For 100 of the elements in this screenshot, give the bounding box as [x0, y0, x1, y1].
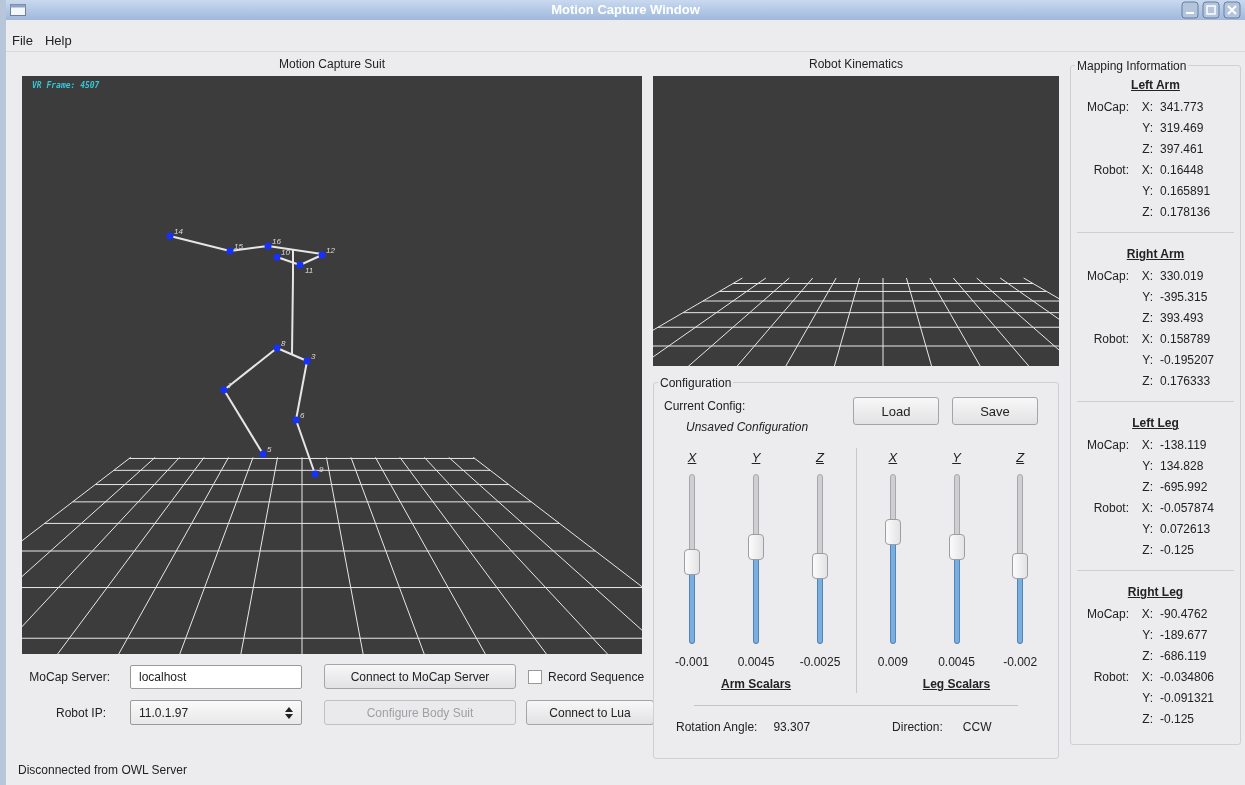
value-text: 0.072613 — [1159, 520, 1211, 538]
axis-label: X: — [1140, 436, 1153, 454]
config-button[interactable]: Save — [952, 397, 1038, 426]
joint-label: 3 — [311, 352, 316, 362]
axis-label: Y — [751, 449, 761, 468]
value-text: -0.057874 — [1159, 499, 1215, 517]
axis-label: Z — [816, 449, 824, 468]
group-label: Arm Scalars — [720, 675, 791, 693]
window-icon[interactable] — [10, 4, 26, 17]
axis-label: Z — [1016, 449, 1025, 468]
joint-label: 10 — [281, 248, 290, 258]
section-title: Left Leg — [1131, 415, 1180, 433]
section-title: Right Leg — [1126, 584, 1185, 602]
row-label: MoCap: — [1085, 436, 1129, 454]
value-text: -0.034806 — [1159, 668, 1215, 686]
axis-label: Z: — [1141, 647, 1153, 665]
row-label: Robot: — [1092, 668, 1129, 686]
menu-item[interactable]: Help — [44, 31, 72, 51]
value-text: 397.461 — [1159, 140, 1204, 158]
axis-label: X: — [1140, 161, 1153, 179]
panel-title: Robot Kinematics — [807, 56, 904, 74]
axis-label: Y: — [1141, 288, 1153, 306]
axis-label: Y: — [1141, 457, 1153, 475]
slider-thumb[interactable] — [1012, 552, 1029, 579]
window-title: Motion Capture Window — [551, 1, 700, 20]
joint-label: 5 — [267, 445, 272, 455]
slider-value: -0.001 — [675, 653, 709, 671]
row-label: MoCap: — [1085, 98, 1129, 116]
panel-title: Motion Capture Suit — [277, 56, 387, 74]
row-label: MoCap: — [1085, 267, 1129, 285]
axis-label: X — [687, 449, 697, 468]
connect-button[interactable]: Connect to MoCap Server — [324, 664, 516, 690]
axis-label: Y: — [1141, 626, 1153, 644]
value-text: 0.165891 — [1159, 182, 1211, 200]
row-label: Robot: — [1092, 330, 1129, 348]
close-icon[interactable] — [1223, 1, 1241, 20]
spinner-icon — [285, 706, 293, 719]
value-text: -0.125 — [1159, 710, 1195, 728]
joint-label: 15 — [234, 242, 243, 252]
axis-label: Y: — [1141, 119, 1153, 137]
section-title: Right Arm — [1125, 246, 1186, 264]
joint-label: 12 — [326, 246, 335, 256]
slider-thumb[interactable] — [812, 552, 828, 579]
row-label: Robot: — [1092, 161, 1129, 179]
config-button[interactable]: Load — [853, 397, 939, 426]
axis-label: X: — [1140, 668, 1153, 686]
value-text: -90.4762 — [1159, 605, 1208, 623]
direction-value: CCW — [962, 718, 992, 736]
axis-label: X — [888, 449, 898, 468]
checkbox-label: Record Sequence — [548, 668, 645, 686]
axis-label: X: — [1140, 605, 1153, 623]
joint-label: 8 — [281, 339, 286, 349]
value-text: -395.315 — [1159, 288, 1208, 306]
value-text: -695.992 — [1159, 478, 1208, 496]
slider-value: 0.0045 — [737, 653, 775, 671]
minimize-icon[interactable] — [1181, 1, 1199, 20]
axis-label: X: — [1140, 499, 1153, 517]
slider-thumb[interactable] — [948, 533, 965, 560]
value-text: 0.176333 — [1159, 372, 1211, 390]
checkbox[interactable] — [528, 669, 542, 684]
rotation-label: Rotation Angle: — [676, 718, 758, 736]
robot-viewport[interactable] — [653, 76, 1059, 367]
joint-label: 6 — [300, 411, 305, 421]
maximize-icon[interactable] — [1202, 1, 1220, 20]
axis-label: X: — [1140, 267, 1153, 285]
axis-label: Z: — [1141, 309, 1153, 327]
value-text: 134.828 — [1159, 457, 1204, 475]
config-name: Unsaved Configuration — [685, 419, 810, 437]
joint-label: 16 — [272, 237, 281, 247]
rotation-value: 93.307 — [773, 718, 811, 736]
direction-label: Direction: — [892, 718, 943, 736]
axis-label: X: — [1140, 330, 1153, 348]
value-text: -189.677 — [1159, 626, 1208, 644]
field-label: Robot IP: — [54, 704, 107, 722]
axis-label: Y: — [1141, 520, 1153, 538]
row-label: MoCap: — [1085, 605, 1129, 623]
group-label: Leg Scalars — [922, 675, 991, 693]
joint-label: 14 — [174, 227, 183, 237]
value-text: -0.195207 — [1159, 351, 1215, 369]
row-label: Robot: — [1092, 499, 1129, 517]
config-label: Current Config: — [664, 398, 747, 416]
slider-thumb[interactable] — [748, 533, 764, 560]
value-text: -686.119 — [1159, 647, 1207, 665]
robot-ip-select[interactable]: 11.0.1.97 — [130, 700, 302, 726]
value-text: 330.019 — [1159, 267, 1204, 285]
axis-label: Y: — [1141, 689, 1153, 707]
slider-value: -0.002 — [1003, 653, 1038, 671]
axis-label: Z: — [1141, 541, 1153, 559]
slider-thumb[interactable] — [684, 549, 700, 576]
menu-item[interactable]: File — [12, 31, 33, 51]
value-text: 0.16448 — [1159, 161, 1204, 179]
frame-counter: VR Frame: 4507 — [32, 81, 100, 91]
value-text: -0.125 — [1159, 541, 1195, 559]
joint-label: 9 — [319, 465, 324, 475]
value-text: 319.469 — [1159, 119, 1204, 137]
axis-label: Z: — [1141, 140, 1153, 158]
server-field[interactable]: localhost — [130, 664, 302, 689]
status-text: Disconnected from OWL Server — [17, 762, 188, 780]
slider-thumb[interactable] — [884, 518, 901, 545]
connect-lua-button[interactable]: Connect to Lua — [526, 700, 654, 726]
